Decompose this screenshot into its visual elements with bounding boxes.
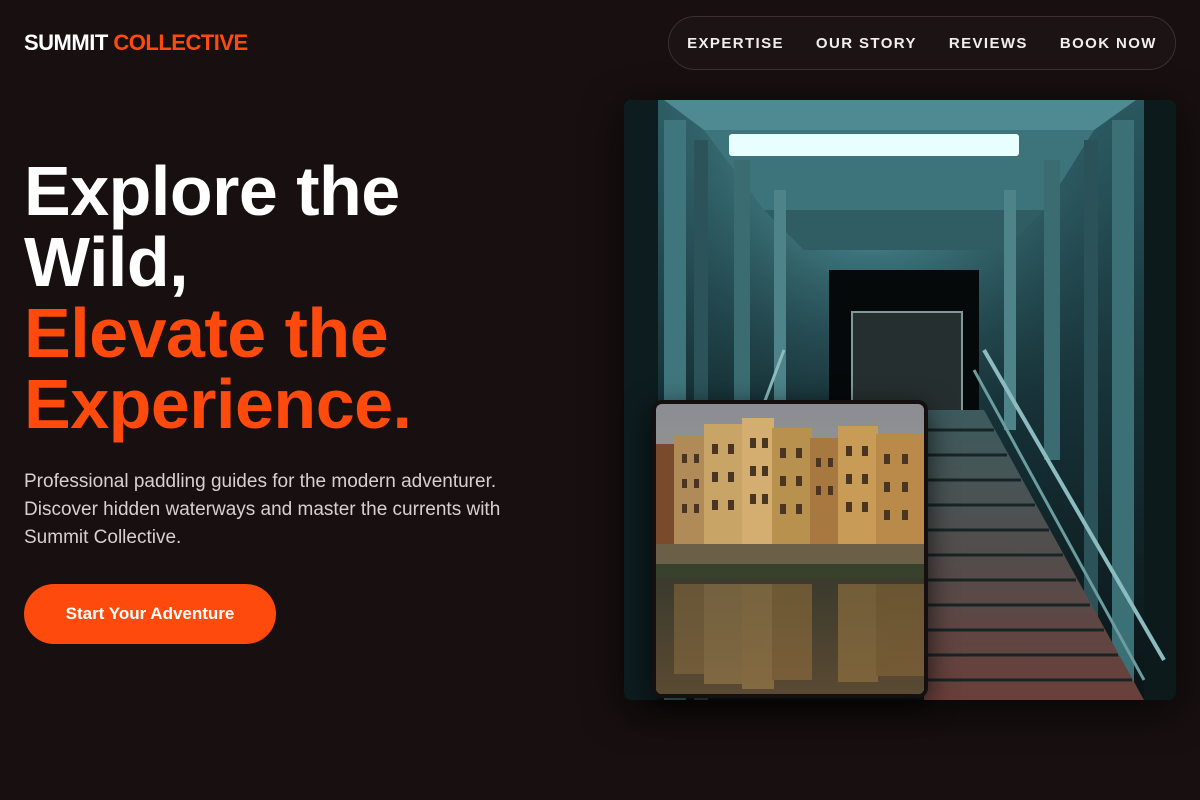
headline-line-1: Explore the (24, 152, 400, 230)
brand-logo[interactable]: SUMMIT COLLECTIVE (24, 30, 248, 56)
river-illustration (656, 404, 924, 694)
nav-link-reviews[interactable]: REVIEWS (949, 35, 1028, 52)
hero-tagline: Professional paddling guides for the mod… (24, 471, 501, 548)
hero-headline: Explore the Wild, Elevate the Experience… (24, 156, 412, 440)
page: SUMMIT COLLECTIVE EXPERTISE OUR STORY RE… (0, 0, 1200, 800)
start-adventure-button[interactable]: Start Your Adventure (24, 584, 276, 644)
inset-photo-river (652, 400, 928, 698)
headline-line-4: Experience. (24, 365, 412, 443)
headline-line-2: Wild, (24, 223, 189, 301)
brand-name-accent: COLLECTIVE (113, 30, 248, 55)
headline-line-3: Elevate the (24, 294, 389, 372)
nav-link-book-now[interactable]: BOOK NOW (1060, 35, 1157, 52)
main-nav: EXPERTISE OUR STORY REVIEWS BOOK NOW (668, 16, 1176, 70)
brand-name-primary: SUMMIT (24, 30, 108, 55)
nav-link-expertise[interactable]: EXPERTISE (687, 35, 784, 52)
nav-link-our-story[interactable]: OUR STORY (816, 35, 917, 52)
